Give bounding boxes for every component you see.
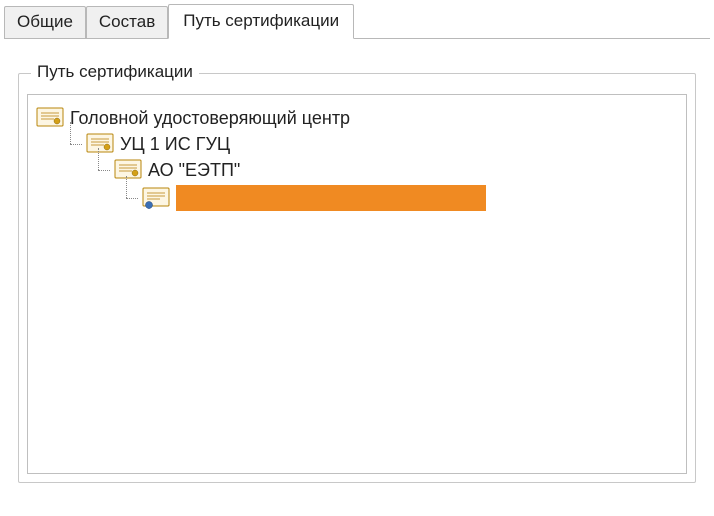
tree-node-lvl3-selected[interactable]	[120, 183, 678, 213]
fieldset-legend: Путь сертификации	[31, 62, 199, 82]
tree-connector-icon	[92, 160, 112, 180]
certificate-dialog: Общие Состав Путь сертификации Путь серт…	[0, 0, 714, 516]
tree-label-lvl3-redacted	[176, 185, 486, 211]
tree-node-lvl1[interactable]: УЦ 1 ИС ГУЦ	[64, 131, 678, 157]
tab-content: Путь сертификации Головной удостоверяющи	[4, 39, 710, 493]
tab-bar: Общие Состав Путь сертификации	[4, 4, 710, 39]
tree-label-lvl1: УЦ 1 ИС ГУЦ	[120, 134, 230, 155]
tree-node-root[interactable]: Головной удостоверяющий центр	[36, 105, 678, 131]
tab-general[interactable]: Общие	[4, 6, 86, 38]
tab-certpath[interactable]: Путь сертификации	[168, 4, 354, 39]
tree-node-lvl2[interactable]: АО "ЕЭТП"	[92, 157, 678, 183]
tree-label-lvl2: АО "ЕЭТП"	[148, 160, 240, 181]
tree-connector-icon	[64, 134, 84, 154]
certificate-icon	[36, 107, 64, 129]
cert-tree[interactable]: Головной удостоверяющий центр	[27, 94, 687, 474]
tree-connector-icon	[120, 188, 140, 208]
certpath-fieldset: Путь сертификации Головной удостоверяющи	[18, 73, 696, 483]
certificate-icon	[86, 133, 114, 155]
tree-label-root: Головной удостоверяющий центр	[70, 108, 350, 129]
tab-details[interactable]: Состав	[86, 6, 168, 38]
certificate-icon	[114, 159, 142, 181]
certificate-icon	[142, 187, 170, 209]
